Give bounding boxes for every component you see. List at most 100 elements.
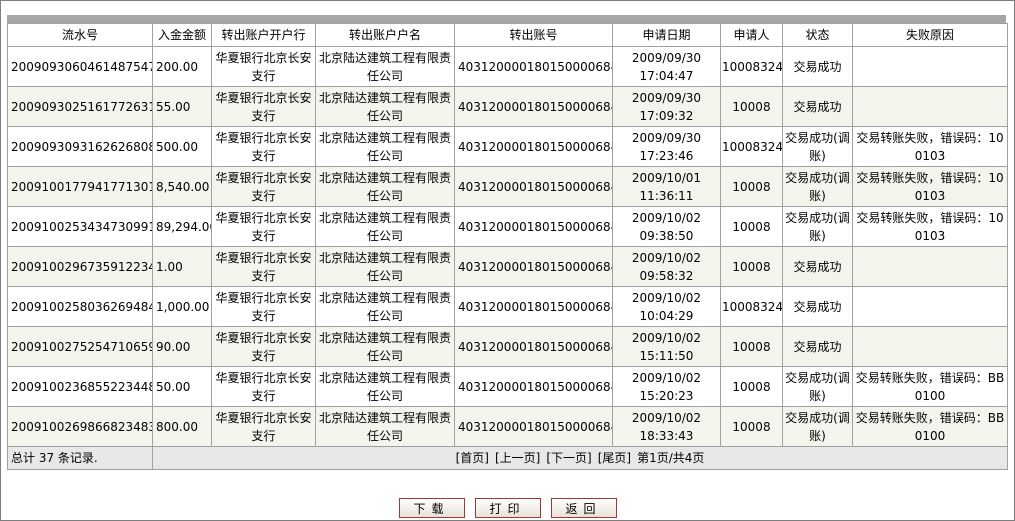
- cell-account: 4031200001801500006843: [454, 286, 613, 327]
- cell-serial: 20091002534347309911: [7, 206, 153, 247]
- cell-date-day: 2009/10/02: [631, 410, 702, 425]
- cell-date-day: 2009/10/02: [631, 210, 702, 225]
- cell-bank: 华夏银行北京长安支行: [211, 86, 316, 127]
- cell-date-day: 2009/09/30: [631, 90, 702, 105]
- table-row: 20091002698668234831 800.00 华夏银行北京长安支行 北京陆达…: [7, 406, 1008, 447]
- cell-serial: 20091002967359122341: [7, 246, 153, 287]
- cell-status: 交易成功: [782, 246, 853, 287]
- table-row: 20091002580362694841 1,000.00 华夏银行北京长安支行 北京…: [7, 286, 1008, 327]
- cell-account-name: 北京陆达建筑工程有限责任公司: [315, 206, 455, 247]
- table-footer-row: 总计 37 条记录. [首页] [上一页] [下一页] [尾页] 第1页/共4页: [7, 446, 1008, 470]
- cell-serial: 20091002752547106591: [7, 326, 153, 367]
- cell-amount: 55.00: [152, 86, 212, 127]
- cell-date: 2009/09/30 17:04:47: [612, 46, 721, 87]
- col-header-applicant: 申请人: [720, 23, 783, 47]
- cell-applicant: 10008: [720, 366, 783, 407]
- cell-status: 交易成功: [782, 86, 853, 127]
- cell-amount: 90.00: [152, 326, 212, 367]
- cell-account: 4031200001801500006843: [454, 406, 613, 447]
- cell-bank: 华夏银行北京长安支行: [211, 46, 316, 87]
- action-buttons: 下载 打印 返回: [0, 498, 1015, 518]
- page-info: 第1页/共4页: [637, 451, 705, 465]
- total-records: 总计 37 条记录.: [7, 446, 153, 470]
- cell-bank: 华夏银行北京长安支行: [211, 406, 316, 447]
- cell-reason: 交易转账失败，错误码：BB0100: [852, 406, 1008, 447]
- cell-bank: 华夏银行北京长安支行: [211, 366, 316, 407]
- col-header-date: 申请日期: [612, 23, 721, 47]
- cell-date: 2009/10/02 09:58:32: [612, 246, 721, 287]
- table-row: 20091002368552234481 50.00 华夏银行北京长安支行 北京陆达建…: [7, 366, 1008, 407]
- table-row: 20090930604614875471 200.00 华夏银行北京长安支行 北京陆达…: [7, 46, 1008, 87]
- cell-date-time: 17:23:46: [639, 148, 694, 163]
- cell-amount: 500.00: [152, 126, 212, 167]
- cell-date-time: 15:11:50: [639, 348, 694, 363]
- cell-amount: 8,540.00: [152, 166, 212, 207]
- cell-date: 2009/10/02 15:20:23: [612, 366, 721, 407]
- col-header-amount: 入金金额: [152, 23, 212, 47]
- cell-date-time: 18:33:43: [639, 428, 694, 443]
- cell-applicant: 10008: [720, 166, 783, 207]
- table-row: 20091002534347309911 89,294.00 华夏银行北京长安支行北…: [7, 206, 1008, 247]
- cell-date-day: 2009/10/02: [631, 250, 702, 265]
- cell-reason: [852, 326, 1008, 367]
- cell-date-time: 17:04:47: [639, 68, 694, 83]
- cell-date-day: 2009/09/30: [631, 50, 702, 65]
- cell-date: 2009/10/02 15:11:50: [612, 326, 721, 367]
- cell-amount: 1,000.00: [152, 286, 212, 327]
- cell-serial: 20091002580362694841: [7, 286, 153, 327]
- next-page-link[interactable]: [下一页]: [546, 451, 591, 465]
- print-button[interactable]: 打印: [474, 498, 541, 518]
- cell-date: 2009/10/02 10:04:29: [612, 286, 721, 327]
- cell-date-day: 2009/10/02: [631, 330, 702, 345]
- cell-bank: 华夏银行北京长安支行: [211, 126, 316, 167]
- cell-account-name: 北京陆达建筑工程有限责任公司: [315, 86, 455, 127]
- cell-amount: 800.00: [152, 406, 212, 447]
- col-header-account-name: 转出账户户名: [315, 23, 455, 47]
- pagination: [首页] [上一页] [下一页] [尾页] 第1页/共4页: [152, 446, 1008, 470]
- col-header-account: 转出账号: [454, 23, 613, 47]
- cell-amount: 89,294.00: [152, 206, 212, 247]
- cell-serial: 20091002698668234831: [7, 406, 153, 447]
- cell-date-time: 15:20:23: [639, 388, 694, 403]
- first-page-link[interactable]: [首页]: [456, 451, 489, 465]
- last-page-link[interactable]: [尾页]: [598, 451, 631, 465]
- download-button[interactable]: 下载: [398, 498, 465, 518]
- cell-account-name: 北京陆达建筑工程有限责任公司: [315, 406, 455, 447]
- cell-account-name: 北京陆达建筑工程有限责任公司: [315, 366, 455, 407]
- cell-bank: 华夏银行北京长安支行: [211, 166, 316, 207]
- cell-account: 4031200001801500006843: [454, 46, 613, 87]
- cell-account: 4031200001801500006843: [454, 126, 613, 167]
- cell-date-time: 09:38:50: [639, 228, 694, 243]
- cell-account: 4031200001801500006843: [454, 366, 613, 407]
- cell-account-name: 北京陆达建筑工程有限责任公司: [315, 286, 455, 327]
- cell-status: 交易成功(调账): [782, 366, 853, 407]
- cell-account: 4031200001801500006843: [454, 166, 613, 207]
- back-button[interactable]: 返回: [550, 498, 617, 518]
- cell-date: 2009/10/02 09:38:50: [612, 206, 721, 247]
- col-header-status: 状态: [782, 23, 853, 47]
- cell-date-time: 11:36:11: [639, 188, 694, 203]
- cell-reason: [852, 246, 1008, 287]
- table-row: 20091002752547106591 90.00 华夏银行北京长安支行 北京陆达建…: [7, 326, 1008, 367]
- cell-serial: 20090930251617726311: [7, 86, 153, 127]
- table-top-bar: [7, 15, 1006, 23]
- cell-applicant: 10008: [720, 406, 783, 447]
- table-row: 20091001779417713011 8,540.00 华夏银行北京长安支行 北京…: [7, 166, 1008, 207]
- cell-bank: 华夏银行北京长安支行: [211, 286, 316, 327]
- cell-date: 2009/09/30 17:23:46: [612, 126, 721, 167]
- cell-serial: 20090930604614875471: [7, 46, 153, 87]
- table-header-row: 流水号 入金金额 转出账户开户行 转出账户户名 转出账号 申请日期 申请人 状态…: [7, 23, 1008, 47]
- cell-status: 交易成功(调账): [782, 206, 853, 247]
- cell-date-day: 2009/09/30: [631, 130, 702, 145]
- cell-date-time: 09:58:32: [639, 268, 694, 283]
- cell-date-time: 10:04:29: [639, 308, 694, 323]
- cell-date: 2009/09/30 17:09:32: [612, 86, 721, 127]
- cell-applicant: 10008324: [720, 126, 783, 167]
- cell-serial: 20091001779417713011: [7, 166, 153, 207]
- cell-status: 交易成功(调账): [782, 126, 853, 167]
- cell-status: 交易成功: [782, 286, 853, 327]
- prev-page-link[interactable]: [上一页]: [495, 451, 540, 465]
- cell-date-day: 2009/10/02: [631, 370, 702, 385]
- table-row: 20090930931626268081 500.00 华夏银行北京长安支行 北京陆达…: [7, 126, 1008, 167]
- cell-account: 4031200001801500006843: [454, 326, 613, 367]
